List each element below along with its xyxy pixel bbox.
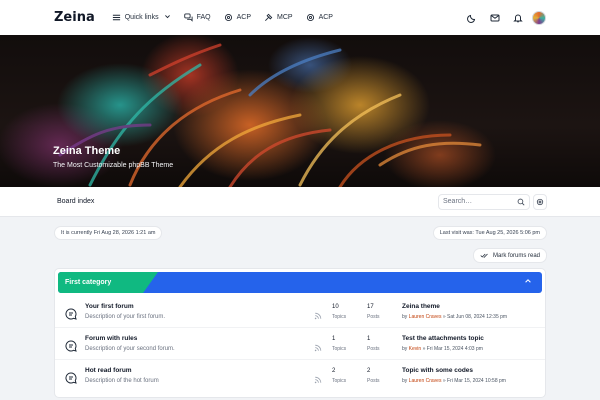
posts-count: 2 [367, 368, 371, 374]
last-post-date: » Sat Jun 08, 2024 12:35 pm [442, 314, 508, 320]
forum-row: Your first forum Description of your fir… [55, 296, 545, 328]
rss-icon[interactable] [314, 371, 322, 384]
mcp-link[interactable]: MCP [264, 13, 293, 22]
search-icon[interactable] [516, 197, 525, 206]
posts-label: Posts [367, 378, 380, 384]
mark-forums-read-label: Mark forums read [492, 252, 540, 259]
acp-link[interactable]: ACP [224, 13, 251, 22]
acp-link-secondary[interactable]: ACP [306, 13, 333, 22]
last-post-by: by [402, 346, 408, 352]
chat-bubbles-icon [183, 13, 193, 22]
acp-label: ACP [236, 14, 251, 21]
site-logo[interactable]: Zeina [54, 10, 95, 25]
dark-mode-icon[interactable] [466, 12, 478, 24]
last-post-date: » Fri Mar 15, 2024 4:03 pm [422, 346, 483, 352]
last-post-author[interactable]: Lauren Craves [409, 378, 442, 384]
top-navbar: Zeina Quick links FAQ ACP MCP ACP [0, 0, 600, 35]
search-placeholder: Search… [443, 198, 473, 205]
avatar[interactable] [532, 10, 546, 25]
gear-icon [536, 193, 544, 211]
faq-link[interactable]: FAQ [183, 13, 211, 22]
forum-description: Description of your first forum. [85, 314, 166, 320]
last-post-title[interactable]: Topic with some codes [402, 367, 473, 374]
advanced-search-button[interactable] [533, 193, 547, 211]
topics-label: Topics [332, 378, 347, 384]
hammer-icon [264, 13, 273, 22]
last-post-by: by [402, 314, 408, 320]
mark-forums-read-button[interactable]: Mark forums read [472, 248, 547, 263]
forum-title[interactable]: Your first forum [85, 303, 134, 310]
hero-subtitle: The Most Customizable phpBB Theme [53, 162, 174, 169]
category-header[interactable]: First category [58, 272, 542, 293]
topics-count: 10 [332, 304, 339, 310]
last-post-author[interactable]: Lauren Craves [409, 314, 442, 320]
hero-banner: Zeina Theme The Most Customizable phpBB … [0, 35, 600, 187]
breadcrumb-board-index[interactable]: Board index [57, 198, 94, 205]
forum-row: Hot read forum Description of the hot fo… [55, 360, 545, 392]
last-visit-badge: Last visit was: Tue Aug 25, 2026 5:06 pm [432, 226, 547, 240]
forum-category-panel: First category Your first forum Descript… [54, 268, 546, 398]
mail-icon[interactable] [489, 12, 501, 24]
acp-label-secondary: ACP [318, 14, 333, 21]
hero-title: Zeina Theme [53, 145, 121, 157]
forum-row: Forum with rules Description of your sec… [55, 328, 545, 360]
forum-chat-icon [65, 371, 77, 384]
nav-actions [455, 10, 546, 25]
breadcrumb-bar: Board index Search… [0, 187, 600, 217]
posts-count: 17 [367, 304, 374, 310]
last-post-meta: by Kevin » Fri Mar 15, 2024 4:03 pm [402, 346, 483, 352]
forum-title[interactable]: Forum with rules [85, 335, 137, 342]
posts-label: Posts [367, 346, 380, 352]
posts-count: 1 [367, 336, 371, 342]
rss-icon[interactable] [314, 307, 322, 320]
last-post-title[interactable]: Test the attachments topic [402, 335, 484, 342]
last-post-by: by [402, 378, 408, 384]
chevron-down-icon [164, 13, 171, 22]
posts-label: Posts [367, 314, 380, 320]
menu-icon [112, 13, 121, 22]
forum-chat-icon [65, 307, 77, 320]
forum-description: Description of the hot forum [85, 378, 159, 384]
search-input[interactable]: Search… [438, 193, 530, 210]
double-check-icon [480, 252, 489, 259]
category-title[interactable]: First category [58, 279, 111, 286]
topics-label: Topics [332, 314, 347, 320]
gear-icon [306, 13, 315, 22]
chevron-up-icon[interactable] [524, 277, 532, 287]
topics-count: 2 [332, 368, 336, 374]
last-post-meta: by Lauren Craves » Sat Jun 08, 2024 12:3… [402, 314, 507, 320]
gear-icon [224, 13, 233, 22]
last-post-date: » Fri Mar 15, 2024 10:58 pm [442, 378, 506, 384]
topics-label: Topics [332, 346, 347, 352]
last-post-meta: by Lauren Craves » Fri Mar 15, 2024 10:5… [402, 378, 506, 384]
quick-links-label: Quick links [124, 14, 159, 21]
last-post-title[interactable]: Zeina theme [402, 303, 440, 310]
faq-label: FAQ [196, 14, 211, 21]
mcp-label: MCP [277, 14, 293, 21]
forum-description: Description of your second forum. [85, 346, 175, 352]
forum-title[interactable]: Hot read forum [85, 367, 132, 374]
rss-icon[interactable] [314, 339, 322, 352]
topics-count: 1 [332, 336, 336, 342]
bell-icon[interactable] [512, 12, 524, 24]
current-time-badge: It is currently Fri Aug 28, 2026 1:21 am [54, 226, 163, 240]
last-post-author[interactable]: Kevin [409, 346, 422, 352]
forum-chat-icon [65, 339, 77, 352]
quick-links-menu[interactable]: Quick links [112, 13, 171, 22]
